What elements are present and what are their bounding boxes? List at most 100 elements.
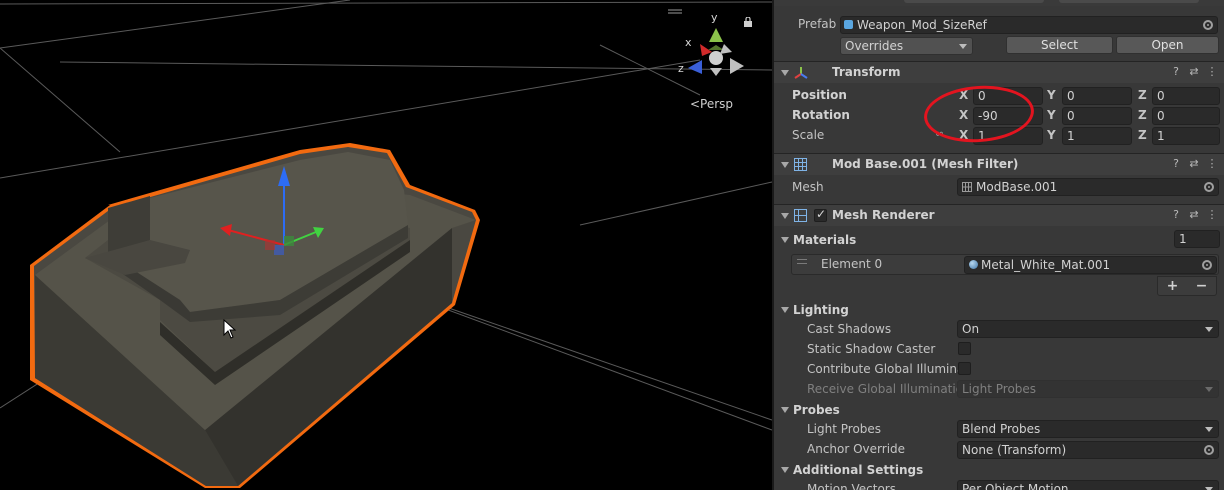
prefab-value: Weapon_Mod_SizeRef bbox=[857, 18, 987, 32]
axis-y-label[interactable]: Y bbox=[1047, 88, 1056, 102]
position-y-field[interactable]: 0 bbox=[1062, 87, 1132, 105]
add-element-button[interactable]: + bbox=[1167, 278, 1179, 294]
position-z-field[interactable]: 0 bbox=[1152, 87, 1220, 105]
chevron-down-icon bbox=[1205, 427, 1213, 432]
lock-icon[interactable] bbox=[743, 17, 753, 27]
material-field[interactable]: Metal_White_Mat.001 bbox=[964, 256, 1217, 274]
foldout-arrow-icon[interactable] bbox=[781, 237, 789, 243]
preset-icon[interactable]: ⇄ bbox=[1188, 209, 1200, 221]
mesh-renderer-title: Mesh Renderer bbox=[832, 208, 935, 222]
foldout-arrow-icon[interactable] bbox=[781, 213, 789, 219]
rotation-y-field[interactable]: 0 bbox=[1062, 107, 1132, 125]
mesh-icon bbox=[962, 182, 972, 192]
additional-settings-label[interactable]: Additional Settings bbox=[793, 463, 923, 477]
cast-shadows-label: Cast Shadows bbox=[807, 322, 892, 336]
anchor-override-label: Anchor Override bbox=[807, 442, 906, 456]
gizmo-y-label: y bbox=[711, 11, 718, 24]
chevron-down-icon bbox=[959, 44, 967, 49]
static-shadow-caster-label: Static Shadow Caster bbox=[807, 342, 936, 356]
scale-z-field[interactable]: 1 bbox=[1152, 127, 1220, 145]
axis-z-label[interactable]: Z bbox=[1138, 108, 1147, 122]
header-icons: ? ⇄ ⋮ bbox=[1170, 209, 1218, 221]
light-probes-dropdown[interactable]: Blend Probes bbox=[957, 420, 1219, 438]
scale-y-field[interactable]: 1 bbox=[1062, 127, 1132, 145]
scene-menu-icon[interactable] bbox=[668, 9, 682, 15]
prefab-icon bbox=[844, 20, 853, 29]
toolbar-tab[interactable] bbox=[904, 0, 1044, 3]
probes-label[interactable]: Probes bbox=[793, 403, 840, 417]
scene-view[interactable]: x y z <Persp bbox=[0, 0, 772, 490]
receive-gi-label: Receive Global Illuminatio bbox=[807, 382, 964, 396]
object-picker-icon[interactable] bbox=[1204, 182, 1214, 192]
object-picker-icon[interactable] bbox=[1202, 260, 1212, 270]
material-icon bbox=[969, 260, 978, 269]
anchor-override-field[interactable]: None (Transform) bbox=[957, 441, 1219, 459]
foldout-arrow-icon[interactable] bbox=[781, 70, 789, 76]
mesh-object[interactable] bbox=[30, 143, 480, 488]
contribute-gi-label: Contribute Global Illumina bbox=[807, 362, 965, 376]
preset-icon[interactable]: ⇄ bbox=[1188, 158, 1200, 170]
scale-label: Scale bbox=[792, 128, 825, 142]
remove-element-button[interactable]: − bbox=[1196, 278, 1208, 294]
scene-canvas[interactable]: x y z bbox=[0, 0, 772, 490]
receive-gi-value: Light Probes bbox=[962, 382, 1037, 396]
kebab-menu-icon[interactable]: ⋮ bbox=[1206, 66, 1218, 78]
cast-shadows-value: On bbox=[962, 322, 980, 336]
static-shadow-caster-checkbox[interactable] bbox=[958, 342, 971, 355]
overrides-label: Overrides bbox=[845, 39, 904, 53]
component-enabled-checkbox[interactable] bbox=[814, 207, 827, 222]
material-value: Metal_White_Mat.001 bbox=[981, 258, 1111, 272]
mesh-renderer-header[interactable]: Mesh Renderer ? ⇄ ⋮ bbox=[774, 204, 1224, 226]
orientation-gizmo[interactable]: x y z bbox=[678, 11, 744, 76]
help-icon[interactable]: ? bbox=[1170, 158, 1182, 170]
kebab-menu-icon[interactable]: ⋮ bbox=[1206, 158, 1218, 170]
axis-z-label[interactable]: Z bbox=[1138, 128, 1147, 142]
transform-header[interactable]: Transform ? ⇄ ⋮ bbox=[774, 61, 1224, 83]
axis-y-label[interactable]: Y bbox=[1047, 108, 1056, 122]
cast-shadows-dropdown[interactable]: On bbox=[957, 320, 1219, 338]
select-button[interactable]: Select bbox=[1006, 36, 1113, 54]
drag-handle-icon[interactable] bbox=[797, 259, 807, 264]
axis-z-label[interactable]: Z bbox=[1138, 88, 1147, 102]
mesh-filter-title: Mod Base.001 (Mesh Filter) bbox=[832, 157, 1019, 171]
materials-count-field[interactable]: 1 bbox=[1174, 230, 1220, 248]
rotation-label: Rotation bbox=[792, 108, 850, 122]
receive-gi-dropdown: Light Probes bbox=[957, 380, 1219, 398]
mesh-label: Mesh bbox=[792, 180, 824, 194]
axis-y-label[interactable]: Y bbox=[1047, 128, 1056, 142]
list-add-remove: + − bbox=[1157, 276, 1217, 296]
overrides-dropdown[interactable]: Overrides bbox=[840, 37, 973, 55]
open-button[interactable]: Open bbox=[1116, 36, 1219, 54]
toolbar-tab[interactable] bbox=[1059, 0, 1199, 3]
foldout-arrow-icon[interactable] bbox=[781, 467, 789, 473]
object-picker-icon[interactable] bbox=[1203, 20, 1213, 30]
preset-icon[interactable]: ⇄ bbox=[1188, 66, 1200, 78]
help-icon[interactable]: ? bbox=[1170, 66, 1182, 78]
element-0-label: Element 0 bbox=[821, 257, 883, 271]
motion-vectors-dropdown[interactable]: Per Object Motion bbox=[957, 480, 1219, 490]
lighting-label[interactable]: Lighting bbox=[793, 303, 849, 317]
gizmo-x-label: x bbox=[685, 36, 692, 49]
mesh-filter-icon bbox=[794, 158, 807, 171]
kebab-menu-icon[interactable]: ⋮ bbox=[1206, 209, 1218, 221]
contribute-gi-checkbox[interactable] bbox=[958, 362, 971, 375]
materials-label[interactable]: Materials bbox=[793, 233, 856, 247]
transform-title: Transform bbox=[832, 65, 901, 79]
mesh-field[interactable]: ModBase.001 bbox=[957, 178, 1219, 196]
help-icon[interactable]: ? bbox=[1170, 209, 1182, 221]
prefab-label: Prefab bbox=[798, 17, 837, 31]
mesh-value: ModBase.001 bbox=[976, 180, 1058, 194]
foldout-arrow-icon[interactable] bbox=[781, 407, 789, 413]
foldout-arrow-icon[interactable] bbox=[781, 162, 789, 168]
perspective-toggle[interactable]: <Persp bbox=[690, 97, 733, 111]
foldout-arrow-icon[interactable] bbox=[781, 307, 789, 313]
object-picker-icon[interactable] bbox=[1204, 445, 1214, 455]
rotation-z-field[interactable]: 0 bbox=[1152, 107, 1220, 125]
motion-vectors-value: Per Object Motion bbox=[962, 482, 1069, 490]
transform-icon bbox=[794, 67, 808, 79]
header-icons: ? ⇄ ⋮ bbox=[1170, 158, 1218, 170]
prefab-field[interactable]: Weapon_Mod_SizeRef bbox=[840, 16, 1218, 34]
chevron-down-icon bbox=[1205, 327, 1213, 332]
position-label: Position bbox=[792, 88, 847, 102]
mesh-filter-header[interactable]: Mod Base.001 (Mesh Filter) ? ⇄ ⋮ bbox=[774, 153, 1224, 175]
